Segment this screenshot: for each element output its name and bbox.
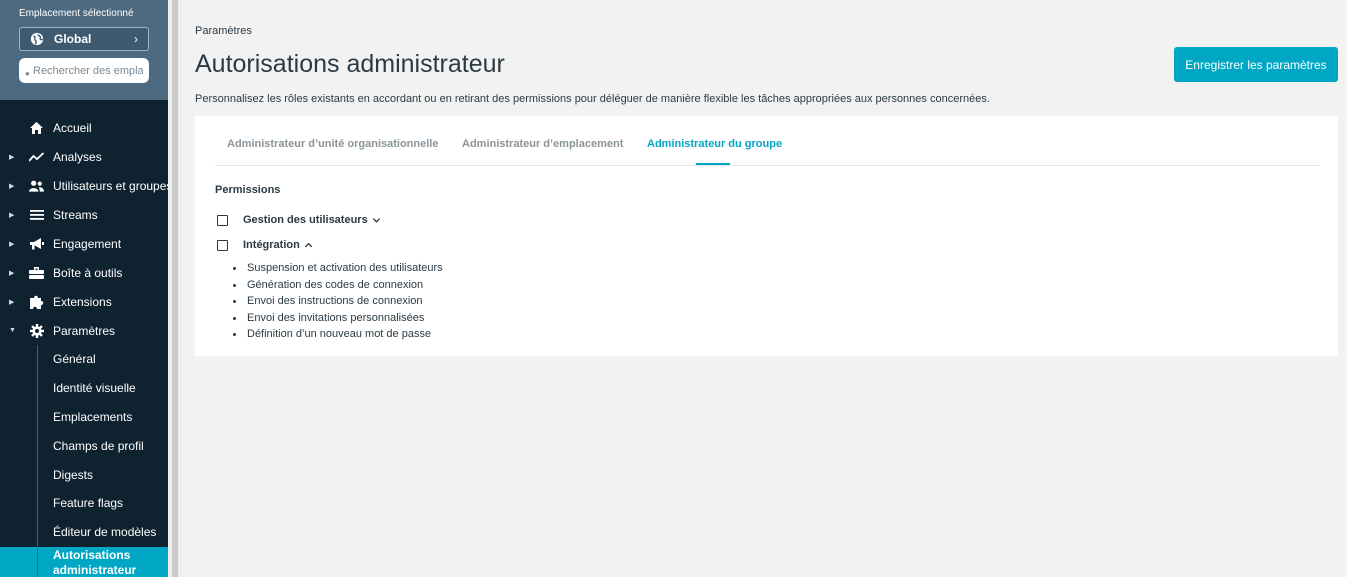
- gear-icon: [29, 323, 44, 338]
- sidebar-item-label: Analyses: [53, 149, 102, 164]
- scrollbar[interactable]: [172, 0, 178, 577]
- sidebar-item-analyses[interactable]: ▶ Analyses: [0, 142, 168, 171]
- sidebar-subitem-feature-flags[interactable]: Feature flags: [0, 489, 168, 518]
- sidebar-subitem-admin-permissions[interactable]: Autorisations administrateur: [0, 546, 168, 577]
- sidebar-subitem-general[interactable]: Général: [0, 345, 168, 374]
- tab-group-admin[interactable]: Administrateur du groupe: [647, 138, 782, 150]
- submenu-guide-line: [37, 345, 38, 577]
- list-item: Définition d’un nouveau mot de passe: [233, 326, 443, 343]
- sidebar-item-label: Streams: [53, 207, 98, 222]
- caret-right-icon: ▶: [9, 240, 15, 248]
- home-icon: [29, 120, 44, 135]
- chevron-right-icon: ›: [134, 32, 138, 46]
- caret-right-icon: ▶: [9, 211, 15, 219]
- location-selector-panel: Emplacement sélectionné Global › ●: [0, 0, 168, 100]
- sidebar-item-toolbox[interactable]: ▶ Boîte à outils: [0, 258, 168, 287]
- sidebar-item-extensions[interactable]: ▶ Extensions: [0, 287, 168, 316]
- sidebar-item-parametres[interactable]: ▼ Paramètres: [0, 316, 168, 345]
- sidebar-subitem-label: Autorisations administrateur: [53, 547, 137, 577]
- sidebar-subitem-template-editor[interactable]: Éditeur de modèles: [0, 518, 168, 547]
- permission-checkbox[interactable]: [217, 239, 228, 251]
- sidebar-subitem-locations[interactable]: Emplacements: [0, 403, 168, 432]
- page-title: Autorisations administrateur: [195, 50, 505, 78]
- settings-submenu: Général Identité visuelle Emplacements C…: [0, 345, 168, 577]
- location-value: Global: [54, 32, 92, 46]
- list-item: Envoi des invitations personnalisées: [233, 310, 443, 327]
- chart-line-icon: [29, 149, 44, 164]
- sidebar-resize-gutter: [168, 0, 182, 577]
- sidebar-nav: Accueil ▶ Analyses ▶ Utilisateurs et gro…: [0, 113, 168, 577]
- permissions-heading: Permissions: [215, 184, 281, 196]
- caret-right-icon: ▶: [9, 298, 15, 306]
- sidebar: Emplacement sélectionné Global › ● Accue…: [0, 0, 168, 577]
- caret-right-icon: ▶: [9, 182, 15, 190]
- permission-label: Intégration: [243, 239, 300, 251]
- caret-right-icon: ▶: [9, 269, 15, 277]
- sidebar-subitem-profile-fields[interactable]: Champs de profil: [0, 431, 168, 460]
- permission-user-management[interactable]: Gestion des utilisateurs: [217, 214, 381, 226]
- sidebar-subitem-digests[interactable]: Digests: [0, 460, 168, 489]
- sidebar-item-streams[interactable]: ▶ Streams: [0, 200, 168, 229]
- location-select-button[interactable]: Global ›: [19, 27, 149, 51]
- sidebar-item-label: Paramètres: [53, 323, 116, 338]
- breadcrumb[interactable]: Paramètres: [195, 25, 252, 37]
- users-icon: [29, 178, 44, 193]
- caret-right-icon: ▶: [9, 153, 15, 161]
- sidebar-item-label: Utilisateurs et groupes: [53, 178, 168, 193]
- permissions-card: Administrateur d’unité organisationnelle…: [195, 116, 1338, 356]
- sidebar-item-label: Engagement: [53, 236, 122, 251]
- page-description: Personnalisez les rôles existants en acc…: [195, 93, 990, 105]
- tab-location-admin[interactable]: Administrateur d’emplacement: [462, 138, 623, 150]
- location-search-input[interactable]: [19, 58, 149, 83]
- search-icon: ●: [25, 69, 30, 78]
- active-tab-indicator: [696, 163, 730, 165]
- sidebar-item-accueil[interactable]: Accueil: [0, 113, 168, 142]
- list-item: Suspension et activation des utilisateur…: [233, 260, 443, 277]
- globe-icon: [30, 32, 44, 46]
- megaphone-icon: [29, 236, 44, 251]
- list-item: Envoi des instructions de connexion: [233, 293, 443, 310]
- toolbox-icon: [29, 265, 44, 280]
- role-tabs: Administrateur d’unité organisationnelle…: [215, 116, 1319, 166]
- list-item: Génération des codes de connexion: [233, 277, 443, 294]
- permission-onboarding[interactable]: Intégration: [217, 239, 313, 251]
- list-icon: [29, 207, 44, 222]
- puzzle-icon: [29, 294, 44, 309]
- onboarding-permission-list: Suspension et activation des utilisateur…: [233, 260, 443, 343]
- sidebar-item-label: Accueil: [53, 120, 92, 135]
- chevron-up-icon[interactable]: [304, 241, 313, 250]
- sidebar-item-label: Boîte à outils: [53, 265, 123, 280]
- caret-down-icon: ▼: [9, 327, 16, 334]
- location-label: Emplacement sélectionné: [19, 8, 134, 19]
- sidebar-item-users-groups[interactable]: ▶ Utilisateurs et groupes: [0, 171, 168, 200]
- save-settings-button[interactable]: Enregistrer les paramètres: [1174, 47, 1338, 82]
- permission-checkbox[interactable]: [217, 214, 228, 226]
- sidebar-item-engagement[interactable]: ▶ Engagement: [0, 229, 168, 258]
- tab-org-unit-admin[interactable]: Administrateur d’unité organisationnelle: [227, 138, 438, 150]
- chevron-down-icon[interactable]: [372, 216, 381, 225]
- sidebar-subitem-visual-identity[interactable]: Identité visuelle: [0, 374, 168, 403]
- permission-label: Gestion des utilisateurs: [243, 214, 368, 226]
- sidebar-item-label: Extensions: [53, 294, 112, 309]
